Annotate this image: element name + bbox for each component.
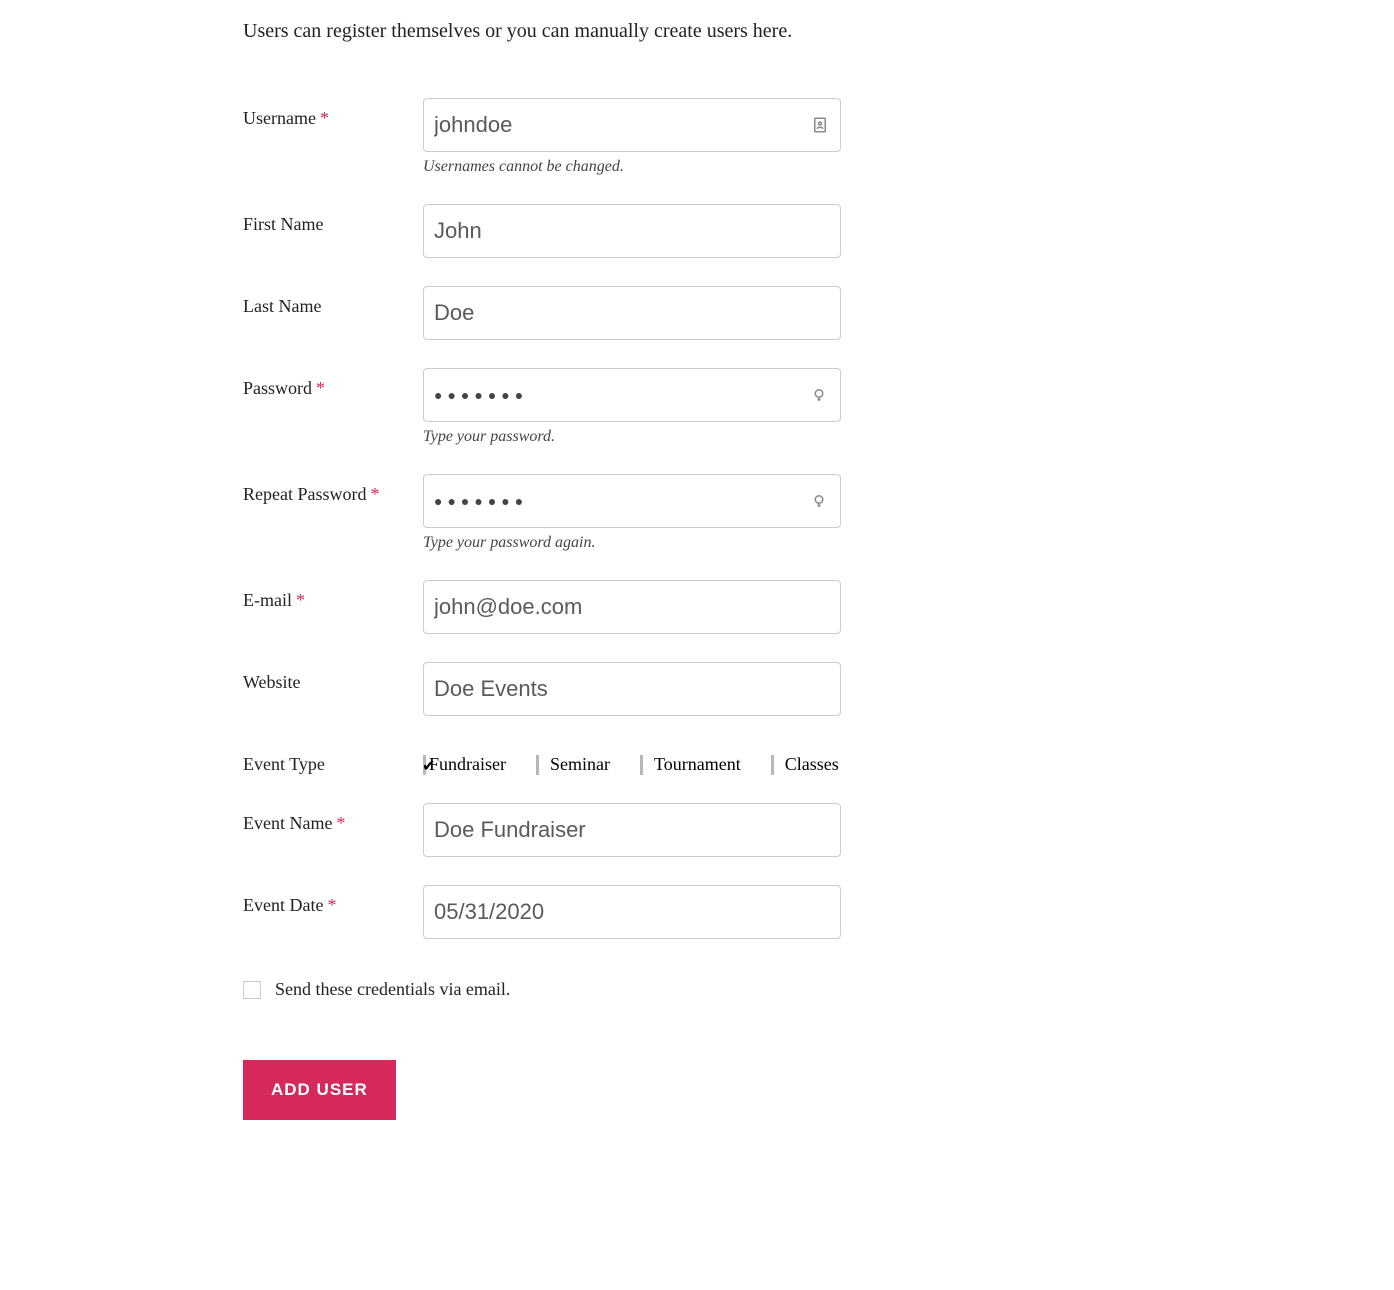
repeat-password-help: Type your password again. bbox=[423, 534, 841, 552]
contact-card-icon bbox=[811, 116, 829, 134]
email-input[interactable] bbox=[423, 580, 841, 634]
password-dots: ●●●●●●● bbox=[424, 369, 528, 421]
key-icon bbox=[810, 492, 828, 510]
lastname-row: Last Name bbox=[243, 286, 1083, 340]
username-help: Usernames cannot be changed. bbox=[423, 158, 841, 176]
send-credentials-label: Send these credentials via email. bbox=[275, 979, 510, 1000]
check-icon: ✔ bbox=[422, 756, 435, 776]
password-row: Password* ●●●●●●● Type your password. bbox=[243, 368, 1083, 446]
event-name-row: Event Name* bbox=[243, 803, 1083, 857]
event-date-label: Event Date* bbox=[243, 885, 423, 916]
event-date-row: Event Date* bbox=[243, 885, 1083, 939]
send-credentials-checkbox[interactable] bbox=[243, 981, 261, 999]
intro-text: Users can register themselves or you can… bbox=[243, 20, 1083, 43]
firstname-input[interactable] bbox=[423, 204, 841, 258]
required-mark: * bbox=[296, 590, 305, 610]
add-user-button[interactable]: ADD USER bbox=[243, 1060, 396, 1120]
repeat-password-row: Repeat Password* ●●●●●●● Type your passw… bbox=[243, 474, 1083, 552]
username-label: Username* bbox=[243, 98, 423, 129]
password-help: Type your password. bbox=[423, 428, 841, 446]
event-type-fundraiser[interactable]: ✔ Fundraiser bbox=[423, 754, 506, 775]
firstname-row: First Name bbox=[243, 204, 1083, 258]
password-dots: ●●●●●●● bbox=[424, 475, 528, 527]
required-mark: * bbox=[327, 895, 336, 915]
username-row: Username* Usernames cannot be changed. bbox=[243, 98, 1083, 176]
event-type-tournament[interactable]: Tournament bbox=[640, 754, 741, 775]
username-input[interactable] bbox=[423, 98, 841, 152]
firstname-label: First Name bbox=[243, 204, 423, 235]
required-mark: * bbox=[336, 813, 345, 833]
password-input[interactable]: ●●●●●●● bbox=[423, 368, 841, 422]
event-type-label: Event Type bbox=[243, 744, 423, 775]
repeat-password-input[interactable]: ●●●●●●● bbox=[423, 474, 841, 528]
event-type-seminar[interactable]: Seminar bbox=[536, 754, 610, 775]
event-type-group: ✔ Fundraiser Seminar Tournament Classes bbox=[423, 744, 841, 775]
email-row: E-mail* bbox=[243, 580, 1083, 634]
event-name-label: Event Name* bbox=[243, 803, 423, 834]
required-mark: * bbox=[316, 378, 325, 398]
event-name-input[interactable] bbox=[423, 803, 841, 857]
event-type-row: Event Type ✔ Fundraiser Seminar Tourname… bbox=[243, 744, 1083, 775]
website-row: Website bbox=[243, 662, 1083, 716]
required-mark: * bbox=[370, 484, 379, 504]
email-label: E-mail* bbox=[243, 580, 423, 611]
password-label: Password* bbox=[243, 368, 423, 399]
website-input[interactable] bbox=[423, 662, 841, 716]
website-label: Website bbox=[243, 662, 423, 693]
event-type-classes[interactable]: Classes bbox=[771, 754, 839, 775]
event-date-input[interactable] bbox=[423, 885, 841, 939]
required-mark: * bbox=[320, 108, 329, 128]
send-credentials-row: Send these credentials via email. bbox=[243, 979, 1083, 1000]
repeat-password-label: Repeat Password* bbox=[243, 474, 423, 505]
lastname-label: Last Name bbox=[243, 286, 423, 317]
lastname-input[interactable] bbox=[423, 286, 841, 340]
key-icon bbox=[810, 386, 828, 404]
